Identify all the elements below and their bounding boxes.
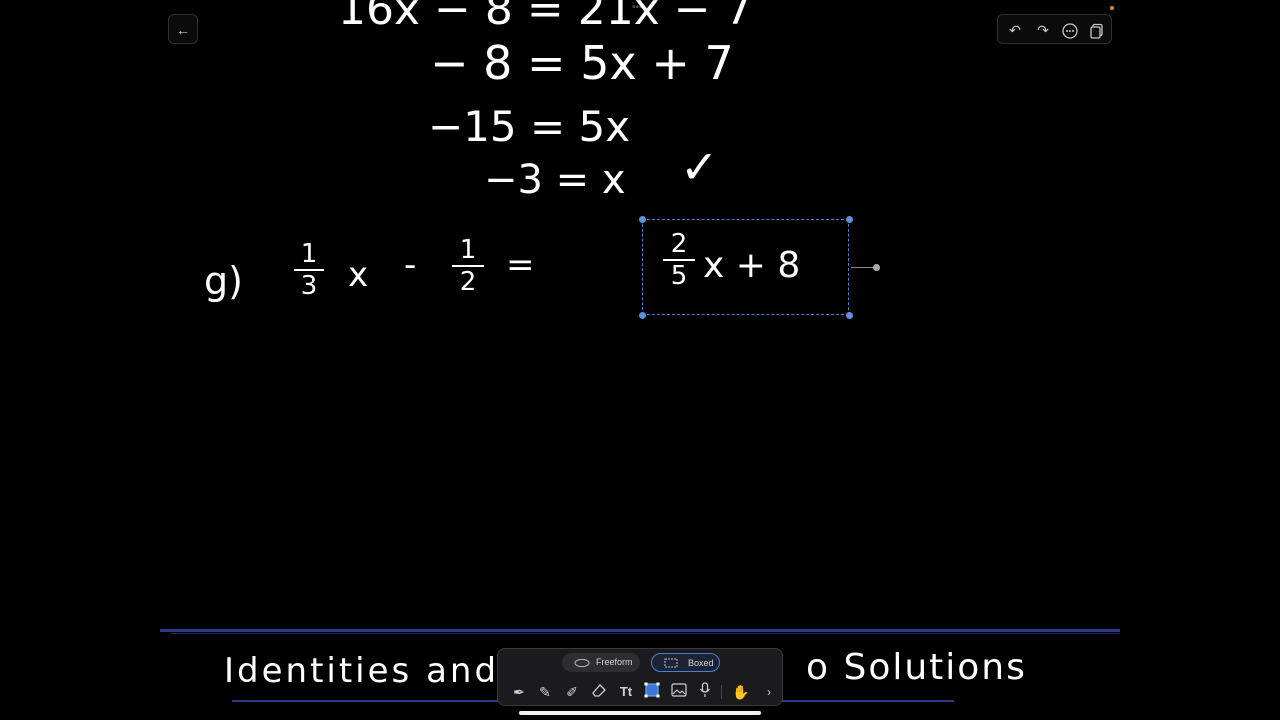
top-right-toolbar: ↶ ↷ <box>997 14 1112 44</box>
drawing-toolbar: Freeform Boxed ✒ ✎ ✐ Tt ✋ › <box>497 648 783 706</box>
title-rule-top <box>160 629 1120 632</box>
lasso-mode-boxed[interactable]: Boxed <box>651 653 720 672</box>
lasso-boxed-icon <box>664 658 678 668</box>
toolbar-divider <box>721 685 722 699</box>
recording-dot <box>1110 6 1114 10</box>
pen-icon[interactable]: ✒ <box>509 682 529 702</box>
selection-handle-tr[interactable] <box>846 216 853 223</box>
checkmark: ✓ <box>680 140 719 194</box>
image-icon[interactable] <box>669 682 689 702</box>
selected-expression: x + 8 <box>703 245 801 286</box>
work-line-2: − 8 = 5x + 7 <box>430 36 734 90</box>
selection-connector <box>851 267 875 268</box>
lasso-freeform-icon <box>574 658 590 668</box>
pencil-icon[interactable]: ✎ <box>535 682 555 702</box>
fraction-one-half: 12 <box>452 236 484 296</box>
fraction-one-third: 13 <box>294 240 324 300</box>
problem-label: g) <box>204 259 243 303</box>
lasso-mode-boxed-label: Boxed <box>688 658 714 668</box>
microphone-icon[interactable] <box>695 682 715 702</box>
title-rule-top-thin <box>170 633 1120 634</box>
fraction-two-fifths: 25 <box>663 230 695 290</box>
footer-title-left: Identities and <box>224 651 500 691</box>
work-line-3: −15 = 5x <box>428 102 631 151</box>
arrow-left-icon: ← <box>176 22 190 38</box>
equals-sign: = <box>506 245 535 285</box>
home-indicator <box>519 711 761 715</box>
selection-handle-bl[interactable] <box>639 312 646 319</box>
footer-title-right: o Solutions <box>806 647 1027 688</box>
lasso-mode-freeform-label: Freeform <box>596 657 633 667</box>
eraser-icon[interactable] <box>589 682 609 702</box>
chevron-right-icon[interactable]: › <box>759 682 779 702</box>
lasso-icon[interactable] <box>642 682 662 702</box>
undo-icon[interactable]: ↶ <box>1004 15 1026 45</box>
copy-pages-icon[interactable] <box>1086 15 1108 45</box>
work-line-4: −3 = x <box>484 157 626 203</box>
back-button[interactable]: ← <box>168 14 198 44</box>
variable-x: x <box>348 255 369 295</box>
selection-handle-tl[interactable] <box>639 216 646 223</box>
text-tool-icon[interactable]: Tt <box>616 682 636 702</box>
redo-icon[interactable]: ↷ <box>1032 15 1054 45</box>
minus-sign: - <box>404 245 417 285</box>
selection-handle-br[interactable] <box>846 312 853 319</box>
lasso-mode-freeform[interactable]: Freeform <box>562 653 640 672</box>
lasso-selection-box[interactable]: 25 x + 8 <box>642 219 849 315</box>
selection-connector-dot[interactable] <box>873 264 880 271</box>
work-line-1: 16x − 8 = 21x − 7 <box>338 0 753 35</box>
highlighter-icon[interactable]: ✐ <box>562 682 582 702</box>
gesture-icon[interactable]: ✋ <box>731 682 751 702</box>
ellipsis-icon[interactable] <box>1059 15 1081 45</box>
